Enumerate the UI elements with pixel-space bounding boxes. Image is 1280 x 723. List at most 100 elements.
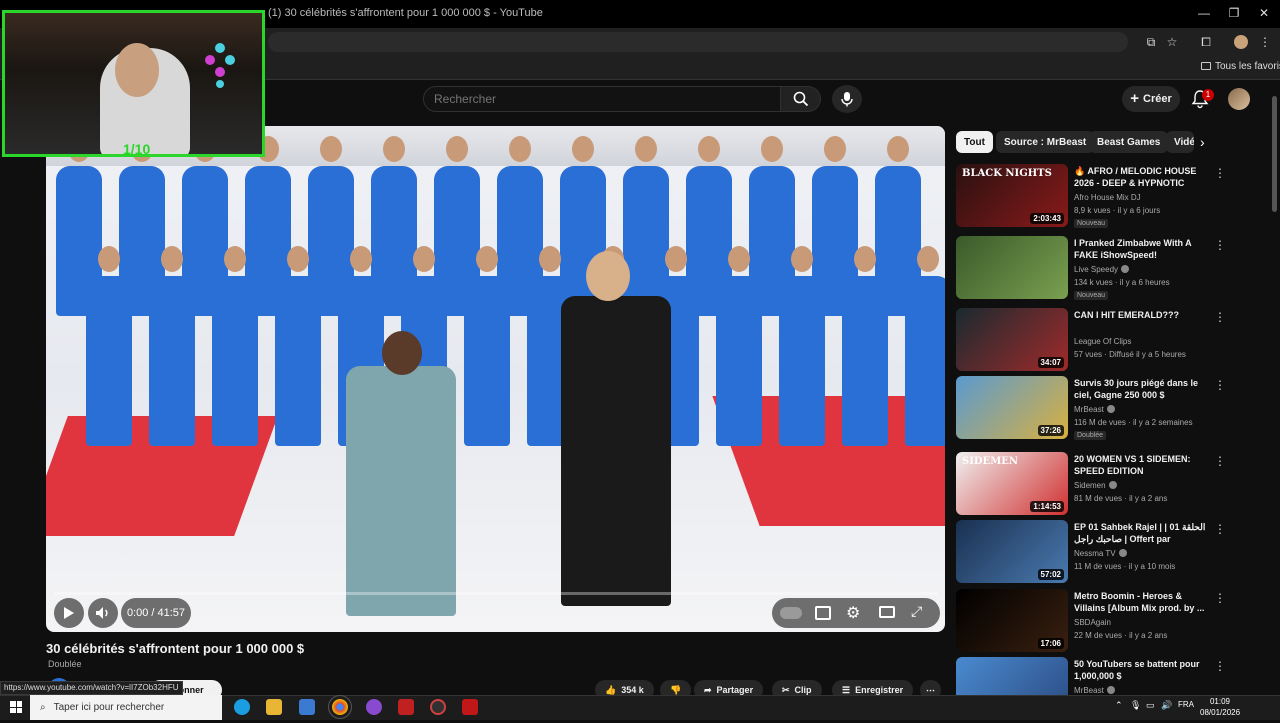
video-thumbnail[interactable]: SIDEMEN 1:14:53 [956, 452, 1068, 515]
install-icon[interactable]: ⧉ [1143, 34, 1159, 50]
extensions-icon[interactable]: ⧠ [1198, 34, 1214, 50]
more-vertical-icon[interactable]: ⋮ [1214, 238, 1226, 252]
recommendation-channel[interactable]: League Of Clips [1074, 337, 1131, 346]
contestant-head [887, 136, 909, 162]
recommendation-title[interactable]: 🔥 AFRO / MELODIC HOUSE 2026 - DEEP & HYP… [1074, 165, 1210, 189]
recommendation-title[interactable]: CAN I HIT EMERALD??? [1074, 309, 1210, 321]
input-language[interactable]: FRA [1178, 700, 1194, 709]
tray-volume-icon[interactable]: 🔊 [1161, 700, 1172, 711]
store-icon[interactable] [299, 699, 315, 715]
contestant-head [320, 136, 342, 162]
search-box[interactable] [423, 86, 781, 112]
play-button[interactable] [54, 598, 84, 628]
recommendation-channel[interactable]: Sidemen [1074, 481, 1117, 490]
contestant [86, 276, 132, 446]
playlist-add-icon: ☰ [842, 684, 851, 695]
app-icon[interactable] [366, 699, 382, 715]
more-vertical-icon[interactable]: ⋮ [1214, 454, 1226, 468]
more-vertical-icon[interactable]: ⋮ [1214, 591, 1226, 605]
search-icon: ⌕ [40, 702, 46, 713]
recommendation-title[interactable]: I Pranked Zimbabwe With A FAKE iShowSpee… [1074, 237, 1210, 261]
recommendation-channel[interactable]: Live Speedy [1074, 265, 1130, 274]
chip-source-mrbeast[interactable]: Source : MrBeast [996, 131, 1095, 153]
miniplayer-icon[interactable] [879, 606, 895, 618]
mcafee-icon[interactable] [462, 699, 478, 715]
contestant [464, 276, 510, 446]
restore-button[interactable]: ❐ [1222, 6, 1246, 20]
recommendation-channel[interactable]: Afro House Mix DJ [1074, 193, 1141, 202]
search-input[interactable] [434, 92, 764, 106]
duration-badge: 1:14:53 [1030, 501, 1064, 512]
chip-beast-games[interactable]: Beast Games [1089, 131, 1169, 153]
verified-check-icon [1108, 481, 1117, 489]
streaming-app-icon[interactable] [398, 699, 414, 715]
tray-mic-icon[interactable]: 🎙 [1130, 700, 1141, 711]
edge-icon[interactable] [234, 699, 250, 715]
recommendation-title[interactable]: 20 WOMEN VS 1 SIDEMEN: SPEED EDITION [1074, 453, 1210, 477]
more-vertical-icon[interactable]: ⋮ [1214, 522, 1226, 536]
more-vertical-icon[interactable]: ⋮ [1214, 310, 1226, 324]
volume-button[interactable] [88, 598, 118, 628]
file-explorer-icon[interactable] [266, 699, 282, 715]
recommendation-item[interactable]: SIDEMEN 1:14:53 20 WOMEN VS 1 SIDEMEN: SPE… [956, 452, 1256, 518]
contestant [149, 276, 195, 446]
minimize-button[interactable]: — [1192, 6, 1216, 20]
recommendation-item[interactable]: 34:07 CAN I HIT EMERALD??? League Of Clips… [956, 308, 1256, 374]
chip-videos[interactable]: Vidé [1166, 131, 1194, 153]
thumbs-down-icon: 👎 [670, 684, 682, 695]
video-thumbnail[interactable] [956, 236, 1068, 299]
recommendation-item[interactable]: 57:02 EP 01 Sahbek Rajel | الحلقة 01 | صا… [956, 520, 1256, 586]
taskbar-search[interactable]: ⌕ Taper ici pour rechercher [30, 695, 222, 720]
search-button[interactable] [781, 86, 821, 112]
recommendation-channel[interactable]: Nessma TV [1074, 549, 1127, 558]
contestant-head [446, 136, 468, 162]
video-player[interactable] [46, 126, 945, 632]
address-bar[interactable] [268, 32, 1128, 52]
host-right-head [586, 251, 630, 301]
recommendation-title[interactable]: Survis 30 jours piégé dans le ciel, Gagn… [1074, 377, 1210, 401]
tab-title[interactable]: (1) 30 célébrités s'affrontent pour 1 00… [268, 7, 543, 19]
fullscreen-icon[interactable]: ⤢ [911, 603, 922, 620]
recommendation-title[interactable]: Metro Boomin - Heroes & Villains [Album … [1074, 590, 1210, 614]
profile-avatar[interactable] [1234, 35, 1248, 49]
video-thumbnail[interactable]: 37:26 [956, 376, 1068, 439]
more-vertical-icon[interactable]: ⋮ [1214, 659, 1226, 673]
recommendation-channel[interactable]: MrBeast [1074, 405, 1115, 414]
dubbed-badge: Doublée [48, 659, 82, 669]
all-bookmarks-button[interactable]: Tous les favoris [1201, 61, 1280, 72]
video-thumbnail[interactable]: 17:06 [956, 589, 1068, 652]
windows-start-icon[interactable] [10, 701, 22, 713]
recommendation-item[interactable]: I Pranked Zimbabwe With A FAKE iShowSpee… [956, 236, 1256, 302]
recommendation-channel[interactable]: MrBeast [1074, 686, 1115, 695]
more-vertical-icon[interactable]: ⋮ [1214, 378, 1226, 392]
taskbar-clock[interactable]: 01:09 08/01/2026 [1200, 696, 1240, 718]
recommendation-title[interactable]: 50 YouTubers se battent pour 1,000,000 $ [1074, 658, 1210, 682]
video-thumbnail[interactable]: BLACK NIGHTS 2:03:43 [956, 164, 1068, 227]
video-progress-bar[interactable] [54, 592, 938, 595]
voice-search-button[interactable] [832, 85, 862, 113]
tray-network-icon[interactable]: ▭ [1146, 700, 1155, 711]
obs-icon[interactable] [430, 699, 446, 715]
settings-gear-icon[interactable]: ⚙ [846, 603, 860, 623]
autoplay-toggle[interactable] [780, 607, 802, 619]
tray-chevron-icon[interactable]: ⌃ [1115, 700, 1123, 711]
chevron-right-icon[interactable]: › [1200, 134, 1205, 150]
recommendation-item[interactable]: 17:06 Metro Boomin - Heroes & Villains [A… [956, 589, 1256, 655]
video-thumbnail[interactable]: 57:02 [956, 520, 1068, 583]
recommendation-item[interactable]: BLACK NIGHTS 2:03:43 🔥 AFRO / MELODIC HOUS… [956, 164, 1256, 230]
chip-all[interactable]: Tout [956, 131, 993, 153]
close-window-button[interactable]: ✕ [1252, 6, 1276, 20]
subtitles-icon[interactable] [815, 606, 831, 620]
account-avatar[interactable] [1228, 88, 1250, 110]
recommendation-title[interactable]: EP 01 Sahbek Rajel | الحلقة 01 | صاحبك ر… [1074, 521, 1210, 545]
more-vertical-icon[interactable]: ⋮ [1214, 166, 1226, 180]
kebab-menu-icon[interactable]: ⋮ [1257, 34, 1273, 50]
verified-check-icon [1106, 686, 1115, 694]
recommendation-channel[interactable]: SBDAgain [1074, 618, 1111, 627]
recommendation-item[interactable]: 37:26 Survis 30 jours piégé dans le ciel,… [956, 376, 1256, 442]
page-scrollbar[interactable] [1272, 96, 1277, 212]
create-button[interactable]: + Créer [1122, 86, 1180, 112]
video-thumbnail[interactable]: 34:07 [956, 308, 1068, 371]
chrome-icon[interactable] [328, 695, 352, 719]
bookmark-star-icon[interactable]: ☆ [1164, 34, 1180, 50]
